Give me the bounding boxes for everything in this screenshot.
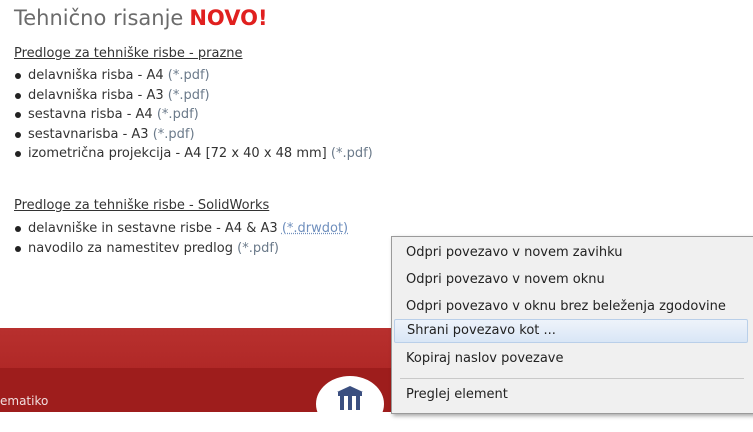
new-badge: NOVO!: [189, 6, 268, 30]
page-title-text: Tehnično risanje: [14, 6, 184, 30]
menu-item-save-link-as[interactable]: Shrani povezavo kot ...: [394, 319, 748, 343]
pdf-link[interactable]: (*.pdf): [331, 146, 373, 161]
pdf-link[interactable]: (*.pdf): [168, 68, 210, 83]
logo-emblem: [316, 376, 384, 432]
menu-separator: [400, 378, 744, 379]
drwdot-link[interactable]: (*.drwdot): [282, 221, 348, 236]
list-item: delavniška risba - A4 (*.pdf): [14, 66, 373, 86]
menu-item-copy-link[interactable]: Kopiraj naslov povezave: [394, 347, 748, 371]
menu-item-open-new-window[interactable]: Odpri povezavo v novem oknu: [394, 268, 748, 292]
list-item: sestavnarisba - A3 (*.pdf): [14, 125, 373, 145]
blank-templates-list: delavniška risba - A4 (*.pdf) delavniška…: [14, 66, 373, 164]
footer-text: ematiko: [0, 394, 49, 408]
list-item: delavniška risba - A3 (*.pdf): [14, 86, 373, 106]
list-item: sestavna risba - A4 (*.pdf): [14, 105, 373, 125]
page-title: Tehnično risanje NOVO!: [14, 6, 268, 30]
pdf-link[interactable]: (*.pdf): [157, 107, 199, 122]
section-heading-blank-templates: Predloge za tehniške risbe - prazne: [14, 46, 243, 61]
menu-item-open-new-tab[interactable]: Odpri povezavo v novem zavihku: [394, 241, 748, 265]
list-item: navodilo za namestitev predlog (*.pdf): [14, 239, 348, 259]
solidworks-templates-list: delavniške in sestavne risbe - A4 & A3 (…: [14, 219, 348, 258]
menu-item-open-private-window[interactable]: Odpri povezavo v oknu brez beleženja zgo…: [394, 295, 748, 319]
list-item: izometrična projekcija - A4 [72 x 40 x 4…: [14, 144, 373, 164]
list-item: delavniške in sestavne risbe - A4 & A3 (…: [14, 219, 348, 239]
section-heading-solidworks: Predloge za tehniške risbe - SolidWorks: [14, 198, 270, 213]
pdf-link[interactable]: (*.pdf): [237, 241, 279, 256]
menu-item-inspect-element[interactable]: Preglej element: [394, 383, 748, 407]
building-icon: [337, 386, 363, 410]
context-menu: Odpri povezavo v novem zavihku Odpri pov…: [391, 236, 753, 414]
pdf-link[interactable]: (*.pdf): [153, 127, 195, 142]
pdf-link[interactable]: (*.pdf): [168, 88, 210, 103]
